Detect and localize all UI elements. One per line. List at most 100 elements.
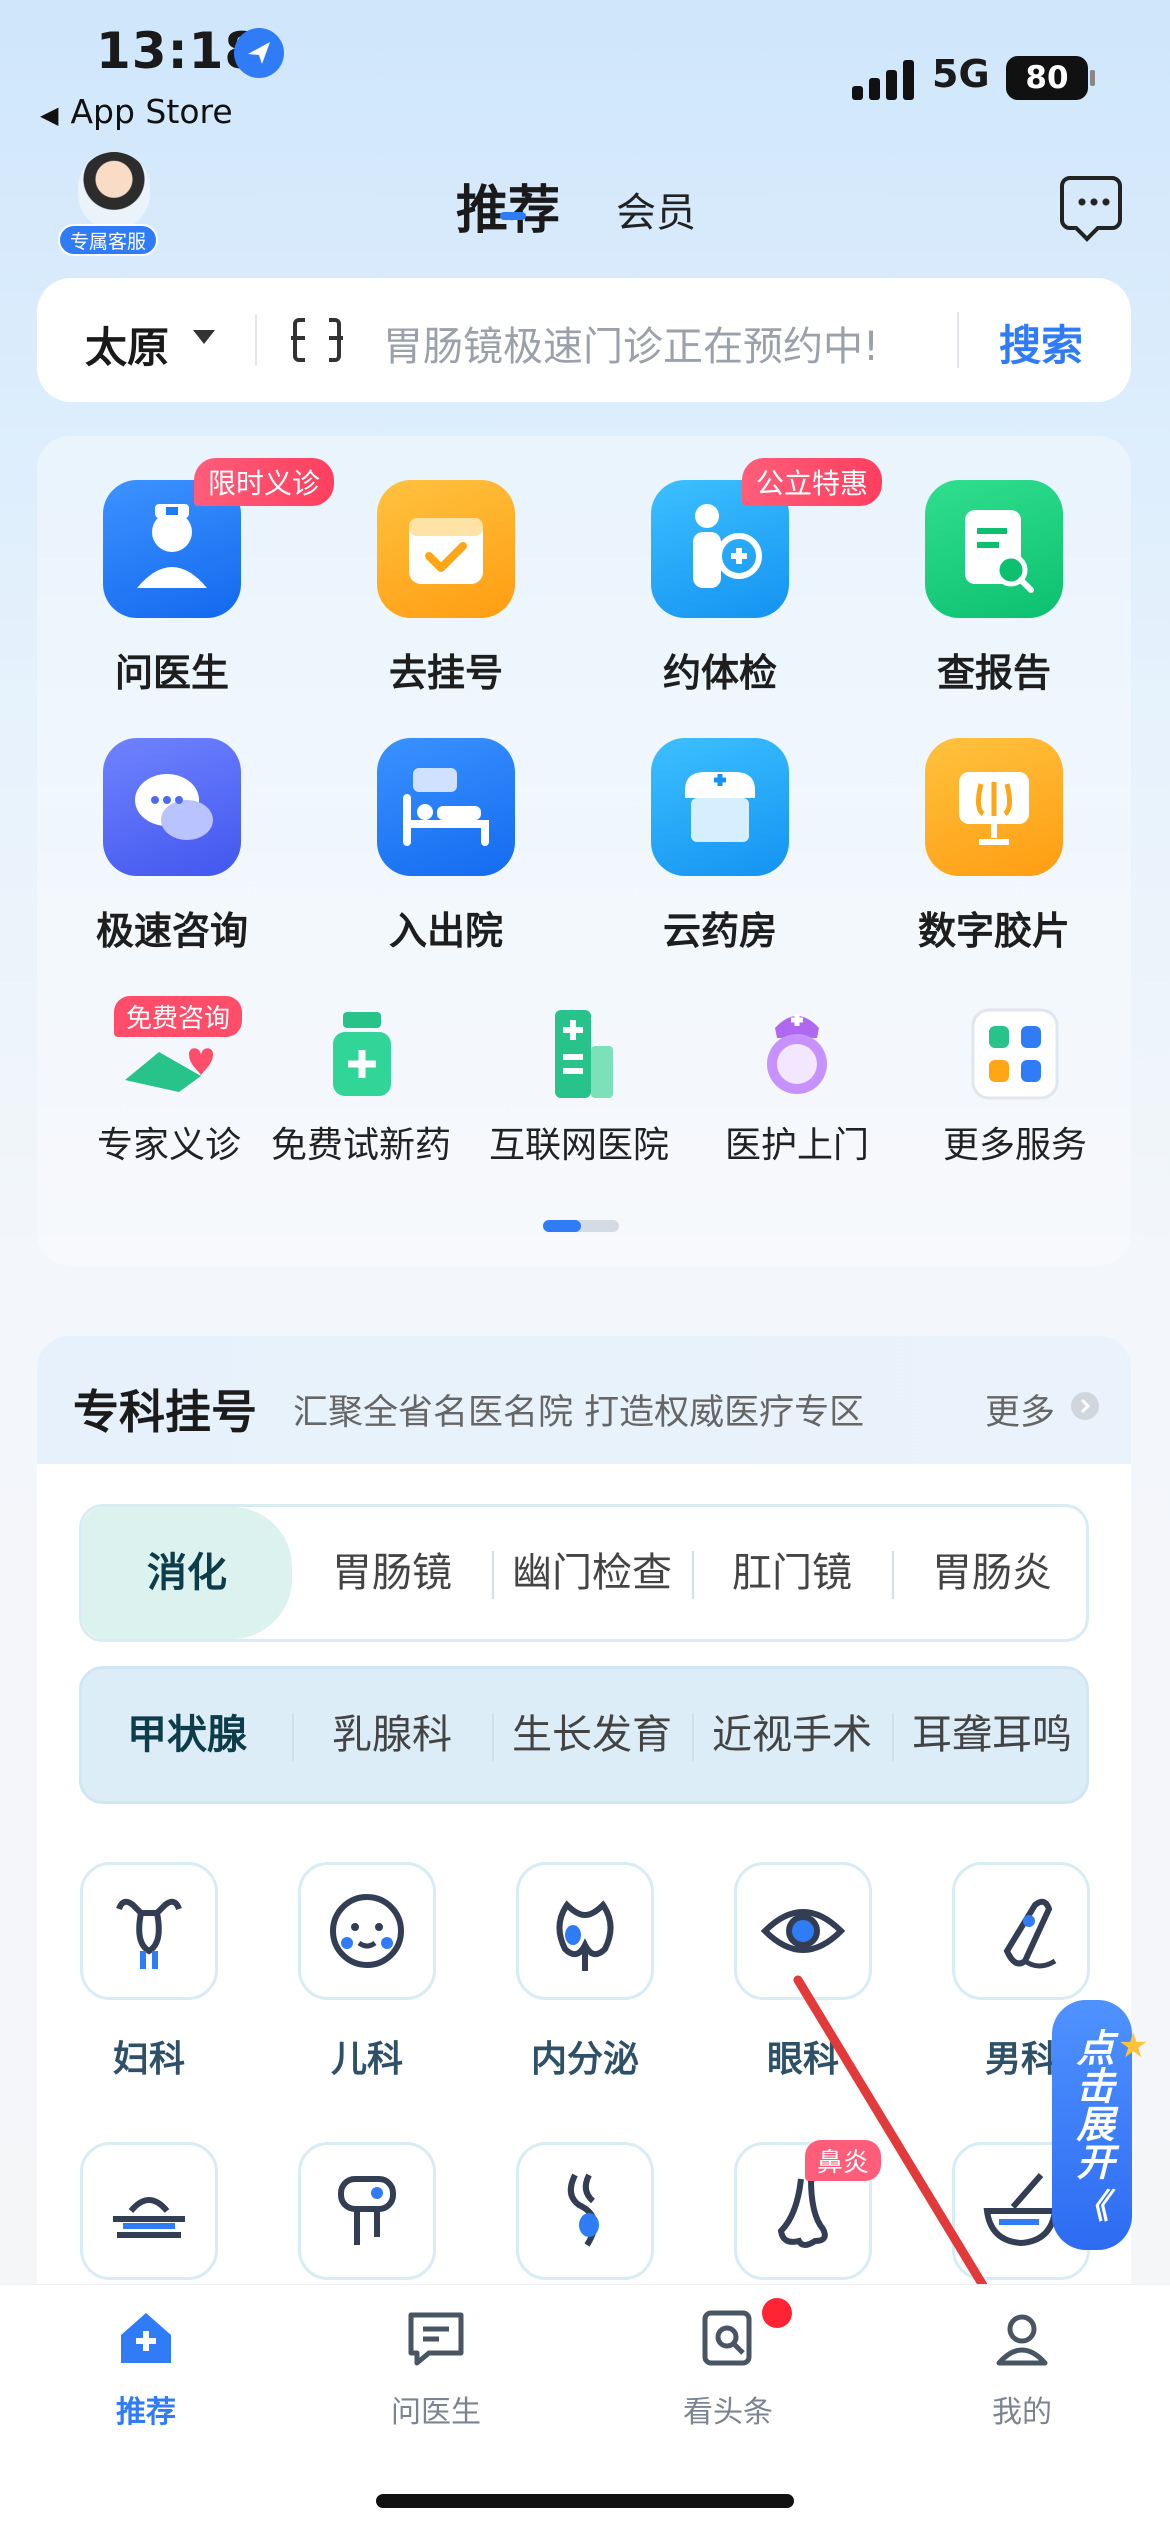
- calendar-check-icon: [377, 480, 515, 618]
- service-more[interactable]: 更多服务: [910, 1006, 1120, 1168]
- search-button[interactable]: 搜索: [999, 312, 1083, 373]
- dept-label: 眼科: [766, 2039, 839, 2080]
- tab-label: 问医生: [391, 2395, 481, 2430]
- service-label: 更多服务: [942, 1125, 1087, 1166]
- service-label: 互联网医院: [488, 1125, 669, 1166]
- battery-nub: [1090, 70, 1095, 86]
- home-plus-icon: [115, 2307, 177, 2369]
- dept-label: 妇科: [112, 2039, 185, 2080]
- more-services-icon: [965, 1006, 1065, 1102]
- specialty-card: 专科挂号 汇聚全省名医名院 打造权威医疗专区 更多 消化 胃肠镜 幽门检查 肛门…: [37, 1336, 1131, 2336]
- dept-badge: 鼻炎: [805, 2140, 882, 2181]
- service-online-hospital[interactable]: 互联网医院: [474, 1006, 684, 1168]
- scan-icon[interactable]: [291, 316, 343, 364]
- chip-pylori[interactable]: 幽门检查: [492, 1507, 692, 1639]
- thyroid-icon: [516, 1862, 654, 2000]
- dept-ent[interactable]: 鼻炎: [713, 2140, 893, 2280]
- service-admission[interactable]: 入出院: [346, 738, 546, 955]
- hospital-bed-icon: [377, 738, 515, 876]
- pharmacy-icon: [651, 738, 789, 876]
- chip-digestive[interactable]: 消化: [82, 1507, 292, 1639]
- eye-icon: [734, 1862, 872, 2000]
- tab-recommend[interactable]: 推荐: [456, 168, 560, 243]
- service-label: 去挂号: [388, 651, 503, 695]
- dept-endocrinology[interactable]: 内分泌: [495, 1862, 675, 2082]
- service-nurse-visit[interactable]: 医护上门: [692, 1006, 902, 1168]
- service-checkup[interactable]: 约体检 公立特惠: [620, 458, 883, 697]
- chip-hearing[interactable]: 耳聋耳鸣: [892, 1669, 1092, 1801]
- dept-pediatrics[interactable]: 儿科: [277, 1862, 457, 2082]
- service-label: 极速咨询: [95, 909, 248, 953]
- specialty-title: 专科挂号: [73, 1385, 257, 1439]
- search-bar: 太原 胃肠镜极速门诊正在预约中! 搜索: [37, 278, 1131, 402]
- chip-anoscope[interactable]: 肛门镜: [692, 1507, 892, 1639]
- medicine-bottle-icon: [311, 1006, 411, 1102]
- divider: [255, 314, 257, 366]
- chip-gastroenteritis[interactable]: 胃肠炎: [892, 1507, 1092, 1639]
- chat-doc-icon: [405, 2307, 467, 2369]
- tab-recommend-bottom[interactable]: 推荐: [56, 2307, 236, 2431]
- dept-gynecology[interactable]: 妇科: [59, 1862, 239, 2082]
- skin-layer-icon: [80, 2142, 218, 2280]
- back-app-label: App Store: [70, 92, 233, 131]
- tab-label: 看头条: [683, 2395, 773, 2430]
- tab-member[interactable]: 会员: [616, 180, 696, 238]
- male-health-icon: [952, 1862, 1090, 2000]
- service-trial-drug[interactable]: 免费试新药: [256, 1006, 466, 1168]
- chip-thyroid[interactable]: 甲状腺: [82, 1669, 292, 1801]
- network-label: 5G: [932, 52, 990, 96]
- service-ask-doctor[interactable]: 问医生 限时义诊: [72, 458, 335, 697]
- service-badge: 限时义诊: [194, 458, 335, 506]
- chip-gastroscope[interactable]: 胃肠镜: [292, 1507, 492, 1639]
- specialty-subtitle: 汇聚全省名医名院 打造权威医疗专区: [293, 1393, 865, 1433]
- signal-icon: [852, 60, 916, 100]
- tab-label: 我的: [992, 2395, 1052, 2430]
- divider: [957, 312, 959, 368]
- tab-ask-doctor[interactable]: 问医生: [346, 2307, 526, 2431]
- expand-label: 点击展开: [1070, 2028, 1114, 2180]
- dental-icon: [298, 2142, 436, 2280]
- service-report[interactable]: 查报告: [894, 480, 1094, 697]
- specialty-more-link[interactable]: 更多: [985, 1384, 1055, 1435]
- tab-profile[interactable]: 我的: [932, 2307, 1112, 2431]
- status-bar: 13:18 ◀ App Store 5G 80: [0, 0, 1170, 140]
- chip-growth[interactable]: 生长发育: [492, 1669, 692, 1801]
- news-icon: [697, 2307, 759, 2369]
- chip-myopia-surgery[interactable]: 近视手术: [692, 1669, 892, 1801]
- battery-icon: 80: [1006, 56, 1088, 100]
- search-input[interactable]: 胃肠镜极速门诊正在预约中!: [383, 314, 879, 372]
- dept-obstetrics[interactable]: [495, 2142, 675, 2280]
- city-selector[interactable]: 太原: [85, 314, 169, 375]
- service-quick-consult[interactable]: 极速咨询: [72, 738, 272, 955]
- dept-label: 儿科: [330, 2039, 403, 2080]
- dept-dental[interactable]: [277, 2142, 457, 2280]
- service-expert-free[interactable]: 专家义诊 免费咨询: [64, 996, 274, 1168]
- tab-headlines[interactable]: 看头条: [638, 2307, 818, 2431]
- chevron-right-icon[interactable]: [1071, 1392, 1099, 1420]
- dept-ophthalmology[interactable]: 眼科: [713, 1862, 893, 2082]
- back-to-app-link[interactable]: ◀ App Store: [40, 92, 233, 131]
- tab-active-indicator: [500, 212, 526, 220]
- chat-bubble-icon[interactable]: [1060, 176, 1122, 230]
- service-pharmacy[interactable]: 云药房: [620, 738, 820, 955]
- avatar-badge: 专属客服: [58, 224, 158, 256]
- customer-service-avatar[interactable]: 专属客服: [58, 152, 168, 258]
- avatar: [78, 152, 150, 230]
- specialty-header: 专科挂号 汇聚全省名医名院 打造权威医疗专区 更多: [37, 1336, 1131, 1464]
- service-digital-film[interactable]: 数字胶片: [894, 738, 1094, 955]
- service-label: 云药房: [662, 909, 777, 953]
- dept-label: 内分泌: [530, 2039, 639, 2080]
- service-label: 数字胶片: [917, 909, 1070, 953]
- service-label: 入出院: [388, 909, 503, 953]
- pregnancy-icon: [516, 2142, 654, 2280]
- caret-down-icon[interactable]: [193, 330, 215, 344]
- uterus-icon: [80, 1862, 218, 2000]
- chip-breast[interactable]: 乳腺科: [292, 1669, 492, 1801]
- service-register[interactable]: 去挂号: [346, 480, 546, 697]
- star-icon: ★: [1118, 2026, 1149, 2066]
- report-search-icon: [925, 480, 1063, 618]
- pager-indicator: [543, 1220, 581, 1232]
- nurse-icon: [747, 1006, 847, 1102]
- dept-dermatology[interactable]: [59, 2142, 239, 2280]
- service-label: 专家义诊: [96, 1125, 241, 1166]
